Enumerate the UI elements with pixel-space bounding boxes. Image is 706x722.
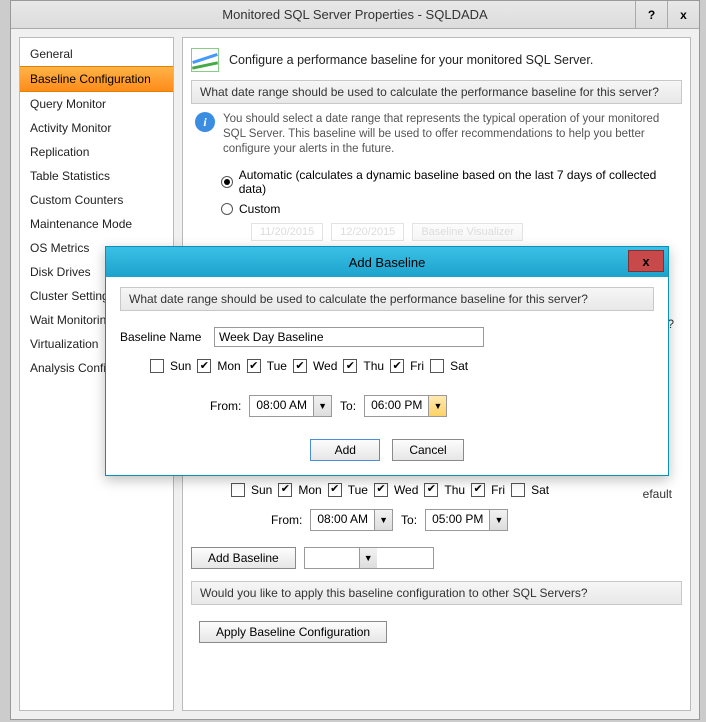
dialog-day-sun[interactable] (150, 359, 164, 373)
lower-to-label: To: (401, 513, 417, 527)
chevron-down-icon: ▼ (374, 510, 392, 530)
peek-default-suffix: efault (643, 487, 672, 501)
lower-from-time-value: 08:00 AM (311, 510, 374, 530)
lower-day-thu-label: Thu (444, 483, 465, 497)
lower-day-fri[interactable] (471, 483, 485, 497)
window-title: Monitored SQL Server Properties - SQLDAD… (11, 7, 699, 22)
chevron-down-icon: ▼ (489, 510, 507, 530)
chart-icon (191, 48, 219, 72)
dialog-cancel-button[interactable]: Cancel (392, 439, 463, 461)
lower-time-row: From: 08:00 AM ▼ To: 05:00 PM ▼ (191, 501, 682, 543)
radio-custom-label: Custom (239, 202, 280, 216)
dialog-day-sat-label: Sat (450, 359, 468, 373)
titlebar: Monitored SQL Server Properties - SQLDAD… (11, 1, 699, 29)
dialog-day-fri[interactable] (390, 359, 404, 373)
lower-day-sat-label: Sat (531, 483, 549, 497)
radio-dot-icon (221, 176, 233, 188)
baseline-visualizer-button: Baseline Visualizer (412, 223, 523, 241)
lower-day-wed[interactable] (374, 483, 388, 497)
dialog-to-time[interactable]: 06:00 PM ▼ (364, 395, 447, 417)
chevron-down-icon: ▼ (359, 548, 377, 568)
lower-to-time-value: 05:00 PM (426, 510, 489, 530)
dialog-day-mon-label: Mon (217, 359, 240, 373)
dialog-days-row: Sun Mon Tue Wed Thu Fri Sat (120, 353, 654, 379)
dialog-buttons: Add Cancel (120, 435, 654, 461)
sidebar-item-general[interactable]: General (20, 42, 173, 66)
lower-day-mon-label: Mon (298, 483, 321, 497)
dialog-day-wed-label: Wed (313, 359, 337, 373)
help-button[interactable]: ? (635, 1, 667, 28)
add-baseline-dialog: Add Baseline x What date range should be… (105, 246, 669, 476)
radio-custom[interactable]: Custom (191, 199, 682, 219)
dialog-from-label: From: (210, 399, 241, 413)
dialog-add-button[interactable]: Add (310, 439, 380, 461)
chevron-down-icon: ▼ (313, 396, 331, 416)
info-icon: i (195, 112, 215, 132)
dialog-close-button[interactable]: x (628, 250, 664, 272)
date-to-disabled: 12/20/2015 (331, 223, 404, 241)
dialog-day-thu[interactable] (343, 359, 357, 373)
lower-day-fri-label: Fri (491, 483, 505, 497)
sidebar-item-activity-monitor[interactable]: Activity Monitor (20, 116, 173, 140)
sidebar-item-maintenance-mode[interactable]: Maintenance Mode (20, 212, 173, 236)
dialog-to-time-value: 06:00 PM (365, 396, 428, 416)
content-header: Configure a performance baseline for you… (191, 44, 682, 80)
radio-empty-icon (221, 203, 233, 215)
lower-day-sun-label: Sun (251, 483, 272, 497)
lower-to-time[interactable]: 05:00 PM ▼ (425, 509, 508, 531)
sidebar-item-custom-counters[interactable]: Custom Counters (20, 188, 173, 212)
disabled-date-row: 11/20/2015 12/20/2015 Baseline Visualize… (191, 219, 682, 241)
dialog-day-thu-label: Thu (363, 359, 384, 373)
lower-day-mon[interactable] (278, 483, 292, 497)
dialog-day-fri-label: Fri (410, 359, 424, 373)
dialog-section: What date range should be used to calcul… (120, 287, 654, 311)
date-from-disabled: 11/20/2015 (251, 223, 323, 241)
sidebar-item-query-monitor[interactable]: Query Monitor (20, 92, 173, 116)
lower-day-sun[interactable] (231, 483, 245, 497)
close-icon: x (642, 254, 649, 269)
sidebar-item-replication[interactable]: Replication (20, 140, 173, 164)
dialog-day-sun-label: Sun (170, 359, 191, 373)
sidebar-item-table-statistics[interactable]: Table Statistics (20, 164, 173, 188)
add-baseline-button[interactable]: Add Baseline (191, 547, 296, 569)
dialog-day-sat[interactable] (430, 359, 444, 373)
dialog-to-label: To: (340, 399, 356, 413)
lower-from-time[interactable]: 08:00 AM ▼ (310, 509, 393, 531)
dialog-name-label: Baseline Name (120, 330, 206, 344)
dialog-from-time[interactable]: 08:00 AM ▼ (249, 395, 332, 417)
lower-days-row: Sun Mon Tue Wed Thu Fri Sat (191, 479, 682, 501)
dialog-day-tue-label: Tue (267, 359, 287, 373)
info-row: i You should select a date range that re… (191, 110, 682, 165)
content-heading: Configure a performance baseline for you… (229, 53, 593, 67)
sidebar-item-baseline-configuration[interactable]: Baseline Configuration (20, 66, 173, 92)
content-lower: Baseline Name Sun Mon Tue Wed Thu Fri Sa… (191, 451, 682, 643)
lower-day-sat[interactable] (511, 483, 525, 497)
radio-automatic[interactable]: Automatic (calculates a dynamic baseline… (191, 165, 682, 199)
lower-day-thu[interactable] (424, 483, 438, 497)
dialog-from-time-value: 08:00 AM (250, 396, 313, 416)
dialog-day-mon[interactable] (197, 359, 211, 373)
info-text: You should select a date range that repr… (223, 112, 678, 157)
close-button[interactable]: x (667, 1, 699, 28)
dialog-name-row: Baseline Name (120, 321, 654, 353)
lower-day-tue-label: Tue (348, 483, 368, 497)
window-buttons: ? x (635, 1, 699, 28)
radio-automatic-label: Automatic (calculates a dynamic baseline… (239, 168, 676, 196)
apply-baseline-configuration-button[interactable]: Apply Baseline Configuration (199, 621, 387, 643)
section-date-range: What date range should be used to calcul… (191, 80, 682, 104)
lower-day-wed-label: Wed (394, 483, 418, 497)
dialog-name-input[interactable] (214, 327, 484, 347)
dialog-day-wed[interactable] (293, 359, 307, 373)
dialog-body: What date range should be used to calcul… (106, 277, 668, 475)
dialog-title: Add Baseline (349, 255, 426, 270)
section-apply: Would you like to apply this baseline co… (191, 581, 682, 605)
add-baseline-select[interactable]: ▼ (304, 547, 434, 569)
dialog-day-tue[interactable] (247, 359, 261, 373)
add-baseline-select-value (305, 548, 359, 568)
chevron-down-icon: ▼ (428, 396, 446, 416)
lower-from-label: From: (271, 513, 302, 527)
dialog-titlebar: Add Baseline x (106, 247, 668, 277)
lower-day-tue[interactable] (328, 483, 342, 497)
dialog-time-row: From: 08:00 AM ▼ To: 06:00 PM ▼ (120, 379, 654, 435)
